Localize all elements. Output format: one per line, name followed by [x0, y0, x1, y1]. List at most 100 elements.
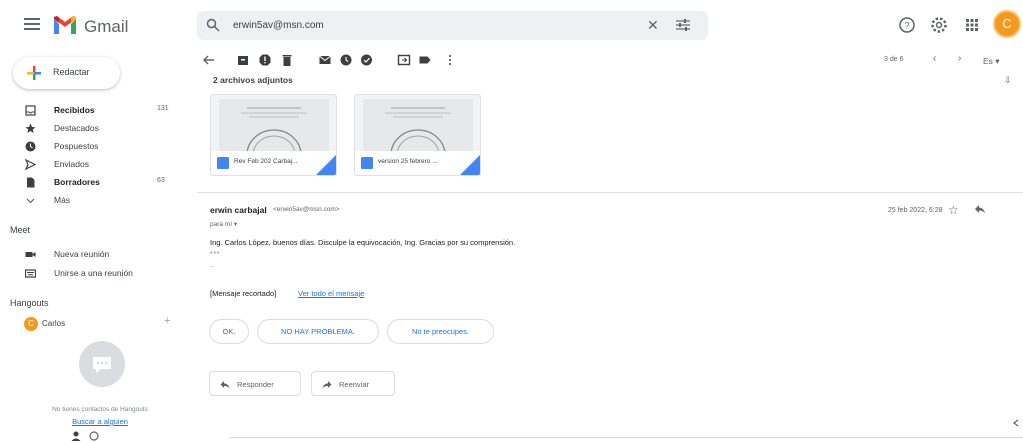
attachment-preview	[219, 99, 329, 156]
sidebar-item-starred[interactable]: Destacados	[0, 121, 185, 137]
unread-count: 131	[157, 105, 169, 112]
recipients-label: para mí	[210, 221, 233, 228]
inbox-icon	[25, 105, 36, 116]
more-options-icon[interactable]	[443, 53, 457, 67]
sidebar-item-sent[interactable]: Enviados	[0, 157, 185, 173]
search-input[interactable]	[233, 17, 613, 34]
star-toggle-icon[interactable]: ☆	[948, 203, 959, 217]
side-panel-toggle-icon[interactable]	[1011, 418, 1021, 428]
search-icon[interactable]	[206, 18, 220, 32]
gmail-logo-icon[interactable]	[52, 15, 78, 35]
label-icon[interactable]	[418, 53, 432, 67]
mark-unread-icon[interactable]	[318, 53, 332, 67]
recipients-toggle[interactable]: para mí ▾	[210, 220, 237, 228]
doc-file-icon	[361, 157, 373, 169]
sidebar-item-more[interactable]: Más	[0, 193, 185, 209]
back-arrow-icon[interactable]	[202, 53, 216, 67]
smart-reply-no-worries[interactable]: No te preocupes.	[387, 319, 494, 344]
move-to-icon[interactable]	[397, 53, 411, 67]
add-contact-icon[interactable]: +	[164, 315, 170, 327]
send-icon	[25, 159, 36, 170]
compose-label: Redactar	[53, 67, 90, 77]
forward-arrow-icon	[322, 381, 332, 389]
doc-file-icon	[217, 157, 229, 169]
signature-separator: --	[210, 264, 214, 270]
sidebar-item-snoozed[interactable]: Pospuestos	[0, 139, 185, 155]
new-meeting-label: Nueva reunión	[54, 249, 110, 259]
archive-icon[interactable]	[236, 53, 250, 67]
snooze-icon[interactable]	[339, 53, 353, 67]
report-spam-icon[interactable]	[258, 53, 272, 67]
settings-gear-icon[interactable]	[930, 16, 948, 34]
forward-label: Reenviar	[339, 380, 370, 389]
sidebar-item-label: Más	[54, 195, 71, 205]
sidebar-item-label: Destacados	[54, 123, 99, 133]
smart-reply-no-problem[interactable]: NO HAY PROBLEMA.	[257, 319, 379, 344]
view-entire-message-link[interactable]: Ver todo el mensaje	[298, 289, 364, 298]
hangouts-user-name[interactable]: Carlos	[42, 319, 65, 328]
compose-button[interactable]: Redactar	[13, 57, 120, 89]
new-meeting-item[interactable]: Nueva reunión	[0, 247, 185, 263]
search-options-icon[interactable]	[675, 18, 691, 32]
clipped-message-label: [Mensaje recortado]	[210, 289, 277, 298]
forward-button[interactable]: Reenviar	[311, 371, 395, 396]
app-name: Gmail	[84, 17, 129, 36]
keyboard-icon	[25, 269, 36, 278]
smart-reply-ok[interactable]: OK.	[209, 319, 249, 344]
download-all-icon[interactable]: ⇩	[1004, 75, 1012, 86]
star-icon	[25, 123, 36, 133]
help-icon[interactable]: ?	[898, 16, 916, 34]
sidebar-item-label: Enviados	[54, 159, 89, 169]
plus-icon	[27, 66, 41, 80]
message-divider	[197, 192, 1023, 193]
svg-text:?: ?	[904, 21, 909, 31]
main-menu-icon[interactable]	[24, 18, 40, 30]
sidebar-item-inbox[interactable]: Recibidos 131	[0, 103, 185, 119]
sidebar-item-label: Borradores	[54, 177, 100, 187]
bottom-divider	[230, 437, 1023, 438]
reply-icon[interactable]	[974, 203, 986, 215]
message-date: 25 feb 2022, 6:28	[888, 207, 943, 214]
attachment-card[interactable]: Rev Feb 202 Carbaj...	[210, 94, 337, 176]
search-bar[interactable]: ✕	[197, 11, 708, 40]
account-avatar[interactable]: C	[993, 10, 1021, 38]
attachment-preview	[363, 99, 473, 156]
doc-corner-icon	[316, 155, 336, 175]
video-camera-icon	[25, 252, 36, 257]
show-trimmed-content-button[interactable]: •••	[210, 250, 220, 257]
clear-search-icon[interactable]: ✕	[647, 17, 659, 34]
sidebar-item-drafts[interactable]: Borradores 63	[0, 175, 185, 191]
hangouts-user-avatar[interactable]: C	[24, 317, 38, 331]
add-task-icon[interactable]	[360, 53, 374, 67]
next-email-icon[interactable]: ›	[958, 53, 961, 64]
pagination-text: 3 de 6	[884, 56, 904, 63]
find-someone-link[interactable]: Buscar a alguien	[10, 417, 190, 426]
hangouts-section-title: Hangouts	[10, 298, 49, 308]
meet-section-title: Meet	[10, 225, 31, 235]
sender-email: <erwin5av@msn.com>	[273, 206, 340, 213]
attachment-name: version 25 febrero ...	[378, 158, 438, 165]
bottom-tab-icons[interactable]	[68, 430, 108, 442]
reply-label: Responder	[237, 380, 274, 389]
clock-icon	[25, 141, 36, 152]
input-language-label: Es	[983, 56, 993, 66]
sidebar-item-label: Recibidos	[54, 105, 95, 115]
sender-name[interactable]: erwin carbajal	[210, 205, 267, 215]
top-header: Gmail ✕ ? C	[0, 0, 1023, 50]
previous-email-icon[interactable]: ‹	[933, 53, 936, 64]
message-body: Ing. Carlos López, buenos días. Disculpe…	[210, 238, 516, 247]
apps-grid-icon[interactable]	[963, 16, 981, 34]
reply-arrow-icon	[220, 381, 230, 389]
doc-corner-icon	[460, 155, 480, 175]
chevron-down-icon	[26, 198, 35, 204]
attachment-name: Rev Feb 202 Carbaj...	[234, 158, 298, 165]
attachment-card[interactable]: version 25 febrero ...	[354, 94, 481, 176]
delete-icon[interactable]	[280, 53, 294, 67]
join-meeting-item[interactable]: Unirse a una reunión	[0, 266, 185, 282]
attachments-title: 2 archivos adjuntos	[213, 75, 293, 85]
draft-icon	[27, 177, 35, 188]
input-language-button[interactable]: Es ▾	[983, 56, 1000, 67]
sidebar-item-label: Pospuestos	[54, 141, 99, 151]
drafts-count: 63	[157, 177, 165, 184]
reply-button[interactable]: Responder	[209, 371, 301, 396]
